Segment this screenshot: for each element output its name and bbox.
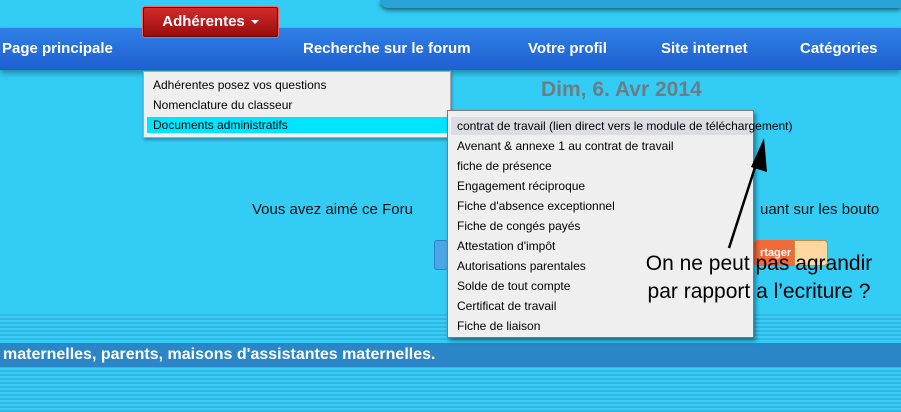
nav-site-internet[interactable]: Site internet xyxy=(661,28,748,70)
nav-adherentes[interactable]: Adhérentes xyxy=(143,7,278,37)
nav-page-principale[interactable]: Page principale xyxy=(2,28,113,70)
nav-votre-profil[interactable]: Votre profil xyxy=(528,28,607,70)
menu-item-documents-administratifs[interactable]: Documents administratifs xyxy=(147,117,447,133)
annotation-line-2: par rapport a l’ecriture ? xyxy=(647,280,871,303)
nav-categories[interactable]: Catégories xyxy=(800,28,878,70)
annotation-text: On ne peut pas agrandir par rapport a l’… xyxy=(612,250,901,306)
submenu-item-fiche-liaison[interactable]: Fiche de liaison xyxy=(451,317,752,335)
current-date: Dim, 6. Avr 2014 xyxy=(541,78,702,101)
nav-recherche-forum[interactable]: Recherche sur le forum xyxy=(303,28,471,70)
submenu-item-fiche-presence[interactable]: fiche de présence xyxy=(451,157,752,175)
menu-item-nomenclature[interactable]: Nomenclature du classeur xyxy=(147,97,447,113)
promo-text-left: Vous avez aimé ce Foru xyxy=(252,201,413,218)
menu-item-questions[interactable]: Adhérentes posez vos questions xyxy=(147,77,447,93)
main-navbar: Page principale Recherche sur le forum V… xyxy=(0,28,901,70)
submenu-item-absence[interactable]: Fiche d'absence exceptionnel xyxy=(451,197,752,215)
nav-adherentes-label: Adhérentes xyxy=(162,13,245,30)
chevron-down-icon xyxy=(250,20,259,25)
submenu-item-avenant[interactable]: Avenant & annexe 1 au contrat de travail xyxy=(451,137,752,155)
submenu-item-conges[interactable]: Fiche de congés payés xyxy=(451,217,752,235)
bottom-background xyxy=(0,367,901,412)
promo-text-right: uant sur les bouto xyxy=(760,201,880,218)
top-panel-edge xyxy=(380,0,901,8)
footer-banner: maternelles, parents, maisons d'assistan… xyxy=(0,343,901,367)
adherentes-dropdown: Adhérentes posez vos questions Nomenclat… xyxy=(143,71,451,138)
submenu-item-engagement[interactable]: Engagement réciproque xyxy=(451,177,752,195)
annotation-line-1: On ne peut pas agrandir xyxy=(645,252,873,275)
twitter-icon[interactable] xyxy=(434,240,448,270)
submenu-item-contrat-travail[interactable]: contrat de travail (lien direct vers le … xyxy=(451,117,793,135)
